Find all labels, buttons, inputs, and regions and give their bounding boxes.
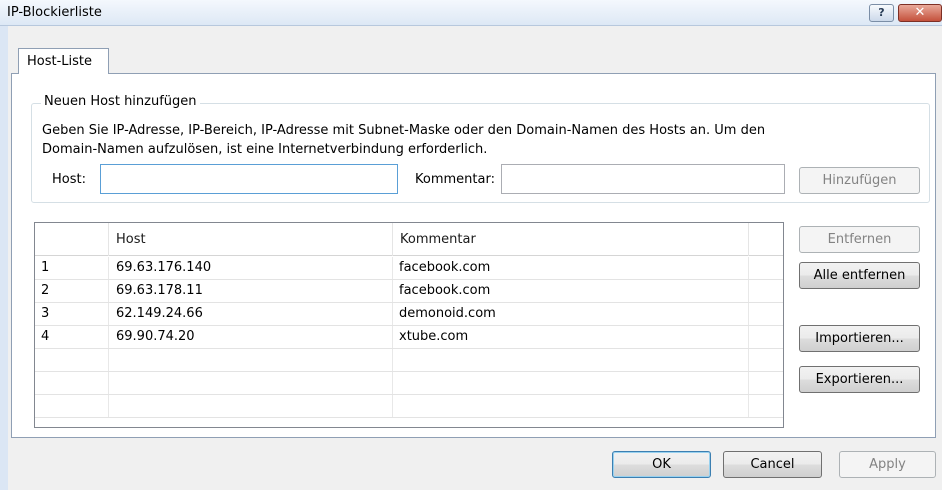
export-button[interactable]: Exportieren... bbox=[799, 366, 920, 393]
cell-filler bbox=[749, 372, 783, 394]
cell-comment: xtube.com bbox=[393, 326, 749, 348]
column-header-comment[interactable]: Kommentar bbox=[393, 223, 749, 256]
help-button[interactable]: ? bbox=[869, 4, 894, 22]
info-line-2: Domain-Namen aufzulösen, ist eine Intern… bbox=[42, 142, 488, 157]
cell-number bbox=[35, 372, 109, 394]
cell-number: 2 bbox=[35, 280, 109, 302]
cell-number bbox=[35, 349, 109, 371]
column-header-host[interactable]: Host bbox=[109, 223, 393, 256]
cell-host: 69.63.178.11 bbox=[109, 280, 393, 302]
group-legend: Neuen Host hinzufügen bbox=[41, 94, 200, 109]
tab-label: Host-Liste bbox=[27, 54, 93, 69]
cell-host: 69.90.74.20 bbox=[109, 326, 393, 348]
cell-filler bbox=[749, 303, 783, 325]
info-text: Geben Sie IP-Adresse, IP-Bereich, IP-Adr… bbox=[42, 121, 862, 159]
window-title: IP-Blockierliste bbox=[7, 5, 102, 20]
cancel-button[interactable]: Cancel bbox=[723, 451, 822, 478]
cell-number bbox=[35, 395, 109, 417]
column-header-number[interactable] bbox=[35, 223, 109, 256]
tab-host-list[interactable]: Host-Liste bbox=[18, 48, 109, 74]
cell-filler bbox=[749, 280, 783, 302]
table-row[interactable]: 4 69.90.74.20 xtube.com bbox=[35, 326, 783, 349]
cell-comment: demonoid.com bbox=[393, 303, 749, 325]
table-row[interactable]: 3 62.149.24.66 demonoid.com bbox=[35, 303, 783, 326]
table-row[interactable] bbox=[35, 395, 783, 418]
cell-filler bbox=[749, 326, 783, 348]
info-line-1: Geben Sie IP-Adresse, IP-Bereich, IP-Adr… bbox=[42, 123, 766, 138]
add-button[interactable]: Hinzufügen bbox=[799, 167, 920, 194]
remove-button[interactable]: Entfernen bbox=[799, 226, 920, 253]
cell-number: 1 bbox=[35, 257, 109, 279]
cell-comment: facebook.com bbox=[393, 257, 749, 279]
cell-filler bbox=[749, 395, 783, 417]
comment-field-box[interactable] bbox=[501, 164, 785, 194]
import-button[interactable]: Importieren... bbox=[799, 325, 920, 352]
cell-host bbox=[109, 372, 393, 394]
table-header: Host Kommentar bbox=[35, 223, 783, 256]
title-bar[interactable]: IP-Blockierliste ? ✕ bbox=[0, 0, 942, 26]
cell-comment: facebook.com bbox=[393, 280, 749, 302]
comment-input[interactable] bbox=[502, 165, 784, 193]
table-row[interactable]: 1 69.63.176.140 facebook.com bbox=[35, 257, 783, 280]
comment-label: Kommentar: bbox=[415, 172, 495, 187]
cell-filler bbox=[749, 349, 783, 371]
cell-comment bbox=[393, 372, 749, 394]
table-row[interactable] bbox=[35, 372, 783, 395]
cell-host bbox=[109, 395, 393, 417]
host-input[interactable] bbox=[101, 165, 397, 193]
cell-host: 69.63.176.140 bbox=[109, 257, 393, 279]
host-field-box[interactable] bbox=[100, 164, 398, 194]
dialog-window: IP-Blockierliste ? ✕ Host-Liste Neuen Ho… bbox=[0, 0, 942, 490]
cell-number: 3 bbox=[35, 303, 109, 325]
close-button[interactable]: ✕ bbox=[898, 4, 942, 22]
window-frame-left bbox=[0, 26, 8, 490]
cell-filler bbox=[749, 257, 783, 279]
cell-comment bbox=[393, 395, 749, 417]
ok-button[interactable]: OK bbox=[612, 451, 711, 478]
cell-host: 62.149.24.66 bbox=[109, 303, 393, 325]
apply-button[interactable]: Apply bbox=[839, 451, 936, 478]
table-row[interactable] bbox=[35, 349, 783, 372]
host-table[interactable]: Host Kommentar 1 69.63.176.140 facebook.co… bbox=[34, 222, 784, 428]
host-label: Host: bbox=[52, 172, 86, 187]
cell-host bbox=[109, 349, 393, 371]
cell-comment bbox=[393, 349, 749, 371]
column-header-filler bbox=[749, 223, 783, 256]
table-row[interactable]: 2 69.63.178.11 facebook.com bbox=[35, 280, 783, 303]
cell-number: 4 bbox=[35, 326, 109, 348]
remove-all-button[interactable]: Alle entfernen bbox=[799, 262, 920, 289]
